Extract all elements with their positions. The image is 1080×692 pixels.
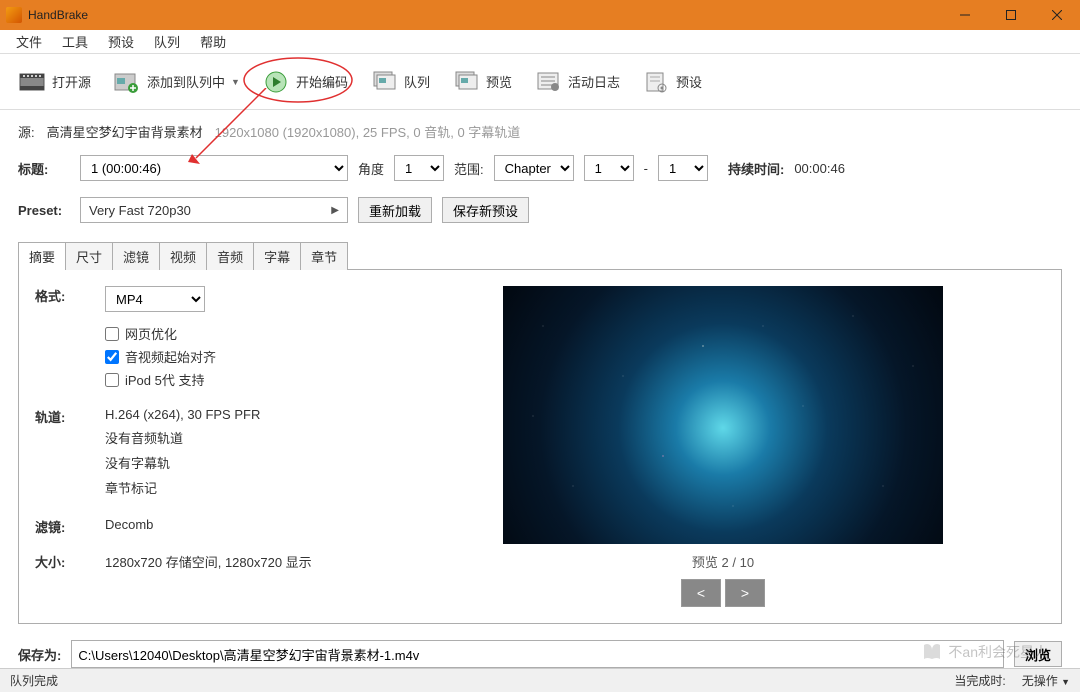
menu-tools[interactable]: 工具 <box>52 30 98 53</box>
save-row: 保存为: 浏览 <box>18 640 1062 668</box>
add-to-queue-button[interactable]: 添加到队列中 ▼ <box>107 66 246 98</box>
maximize-button[interactable] <box>988 0 1034 30</box>
tab-filters[interactable]: 滤镜 <box>112 242 160 270</box>
title-select[interactable]: 1 (00:00:46) <box>80 155 348 181</box>
range-to-select[interactable]: 1 <box>658 155 708 181</box>
film-icon <box>18 70 46 94</box>
preset-select[interactable]: Very Fast 720p30 ▶ <box>80 197 348 223</box>
preset-value: Very Fast 720p30 <box>89 203 191 218</box>
tabs-container: 摘要 尺寸 滤镜 视频 音频 字幕 章节 格式: MP4 网页优化 音视频起始对… <box>18 241 1062 624</box>
menubar: 文件 工具 预设 队列 帮助 <box>0 30 1080 54</box>
play-icon <box>262 70 290 94</box>
preview-icon <box>452 70 480 94</box>
tab-panel-summary: 格式: MP4 网页优化 音视频起始对齐 iPod 5代 支持 轨道: H.26… <box>18 269 1062 624</box>
size-value: 1280x720 存储空间, 1280x720 显示 <box>105 552 375 571</box>
tab-video[interactable]: 视频 <box>159 242 207 270</box>
queue-button[interactable]: 队列 <box>364 66 436 98</box>
add-queue-icon <box>113 70 141 94</box>
tab-chapters[interactable]: 章节 <box>300 242 348 270</box>
av-start-checkbox[interactable]: 音视频起始对齐 <box>105 347 375 366</box>
source-label: 源: <box>18 122 35 141</box>
titlebar: HandBrake <box>0 0 1080 30</box>
menu-file[interactable]: 文件 <box>6 30 52 53</box>
presets-button[interactable]: 预设 <box>636 66 708 98</box>
open-source-button[interactable]: 打开源 <box>12 66 97 98</box>
start-encode-label: 开始编码 <box>296 72 348 91</box>
start-encode-button[interactable]: 开始编码 <box>256 66 354 98</box>
presets-label: 预设 <box>676 72 702 91</box>
presets-icon <box>642 70 670 94</box>
preset-row: Preset: Very Fast 720p30 ▶ 重新加载 保存新预设 <box>0 189 1080 231</box>
close-button[interactable] <box>1034 0 1080 30</box>
summary-left: 格式: MP4 网页优化 音视频起始对齐 iPod 5代 支持 轨道: H.26… <box>35 286 375 607</box>
angle-label: 角度 <box>358 159 384 178</box>
tab-summary[interactable]: 摘要 <box>18 242 66 270</box>
tab-audio[interactable]: 音频 <box>206 242 254 270</box>
size-label: 大小: <box>35 552 105 577</box>
tracks-chapters: 章节标记 <box>105 478 375 497</box>
tab-subtitles[interactable]: 字幕 <box>253 242 301 270</box>
preview-label: 预览 <box>486 72 512 91</box>
source-name: 高清星空梦幻宇宙背景素材 <box>47 122 203 141</box>
range-dash: - <box>644 161 648 176</box>
menu-presets[interactable]: 预设 <box>98 30 144 53</box>
save-path-input[interactable] <box>71 640 1004 668</box>
save-label: 保存为: <box>18 645 61 664</box>
log-icon <box>534 70 562 94</box>
window-title: HandBrake <box>28 8 942 22</box>
tracks-codec: H.264 (x264), 30 FPS PFR <box>105 407 375 422</box>
menu-queue[interactable]: 队列 <box>144 30 190 53</box>
reload-preset-button[interactable]: 重新加载 <box>358 197 432 223</box>
tab-dimensions[interactable]: 尺寸 <box>65 242 113 270</box>
filters-value: Decomb <box>105 517 375 532</box>
browse-button[interactable]: 浏览 <box>1014 641 1062 667</box>
preset-label: Preset: <box>18 203 70 218</box>
chevron-right-icon: ▶ <box>331 205 339 216</box>
preview-counter: 预览 2 / 10 <box>692 552 754 571</box>
preview-prev-button[interactable]: < <box>681 579 721 607</box>
menu-help[interactable]: 帮助 <box>190 30 236 53</box>
preview-column: 预览 2 / 10 < > <box>401 286 1045 607</box>
dropdown-arrow-icon: ▼ <box>231 77 240 87</box>
preview-image <box>503 286 943 544</box>
title-row: 标题: 1 (00:00:46) 角度 1 范围: Chapters 1 - 1… <box>0 147 1080 189</box>
range-label: 范围: <box>454 159 484 178</box>
queue-icon <box>370 70 398 94</box>
status-done-label: 当完成时: <box>954 672 1005 689</box>
save-preset-button[interactable]: 保存新预设 <box>442 197 529 223</box>
tracks-noaudio: 没有音频轨道 <box>105 428 375 447</box>
range-from-select[interactable]: 1 <box>584 155 634 181</box>
source-row: 源: 高清星空梦幻宇宙背景素材 1920x1080 (1920x1080), 2… <box>0 110 1080 147</box>
statusbar: 队列完成 当完成时: 无操作 ▼ <box>0 668 1080 692</box>
duration-label: 持续时间: <box>728 159 784 178</box>
app-icon <box>6 7 22 23</box>
filters-label: 滤镜: <box>35 517 105 538</box>
angle-select[interactable]: 1 <box>394 155 444 181</box>
format-label: 格式: <box>35 286 105 393</box>
status-done-value[interactable]: 无操作 ▼ <box>1022 672 1070 689</box>
title-label: 标题: <box>18 159 70 178</box>
range-type-select[interactable]: Chapters <box>494 155 574 181</box>
tabs: 摘要 尺寸 滤镜 视频 音频 字幕 章节 <box>18 241 1062 269</box>
web-optimized-checkbox[interactable]: 网页优化 <box>105 324 375 343</box>
source-meta: 1920x1080 (1920x1080), 25 FPS, 0 音轨, 0 字… <box>215 122 521 141</box>
status-left: 队列完成 <box>10 672 58 689</box>
open-source-label: 打开源 <box>52 72 91 91</box>
duration-value: 00:00:46 <box>794 161 845 176</box>
tracks-label: 轨道: <box>35 407 105 503</box>
preview-button[interactable]: 预览 <box>446 66 518 98</box>
minimize-button[interactable] <box>942 0 988 30</box>
tracks-nosub: 没有字幕轨 <box>105 453 375 472</box>
format-select[interactable]: MP4 <box>105 286 205 312</box>
activity-log-label: 活动日志 <box>568 72 620 91</box>
add-to-queue-label: 添加到队列中 <box>147 72 225 91</box>
queue-label: 队列 <box>404 72 430 91</box>
toolbar: 打开源 添加到队列中 ▼ 开始编码 队列 预览 活动日志 预设 <box>0 54 1080 110</box>
preview-next-button[interactable]: > <box>725 579 765 607</box>
ipod-checkbox[interactable]: iPod 5代 支持 <box>105 370 375 389</box>
activity-log-button[interactable]: 活动日志 <box>528 66 626 98</box>
